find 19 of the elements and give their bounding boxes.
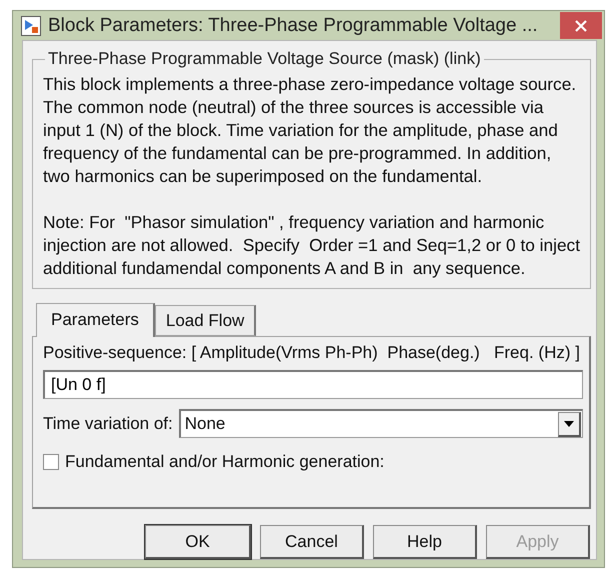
checkbox-label: Fundamental and/or Harmonic generation: <box>65 452 384 472</box>
input-field[interactable]: [Un 0 f] <box>43 370 583 399</box>
group-title: Three-Phase Programmable Voltage Source (mask) (link) <box>47 49 482 69</box>
dropdown[interactable]: None <box>178 409 583 438</box>
block-icon <box>21 16 41 36</box>
tab[interactable]: Parameters <box>36 303 155 337</box>
checkbox[interactable] <box>43 454 59 470</box>
caret-icon[interactable] <box>558 412 581 436</box>
tab[interactable]: Load Flow <box>154 305 256 336</box>
field-label: Positive-sequence: [ Amplitude(Vrms Ph-Ph) Phase(deg.) Freq. (Hz) ] <box>43 343 581 363</box>
close-icon <box>574 18 588 32</box>
dialog-button[interactable]: Help <box>373 525 477 559</box>
dialog-button[interactable]: Cancel <box>260 525 364 559</box>
window-title: Block Parameters: Three-Phase Programmable Voltage ... <box>48 14 538 36</box>
dialog-button[interactable]: OK <box>145 525 251 559</box>
description-text: Note: For "Phasor simulation" , frequency variation and harmonic injection are not allowed. Specify Order =1 and Seq=1,2 or 0 to inject additional fundamendal components A and B in any sequence. <box>43 211 582 280</box>
close-button[interactable] <box>560 12 602 39</box>
field-label: Time variation of: <box>43 414 173 434</box>
description-text: This block implements a three-phase zero-impedance voltage source. The common node (neutral) of the three sources is accessible via input 1 (N) of the block. Time variation for the amplitude, phase and frequency of the fundamental can be pre-programmed. In addition, two harmonics can be superimposed on the fundamental. <box>43 73 578 188</box>
